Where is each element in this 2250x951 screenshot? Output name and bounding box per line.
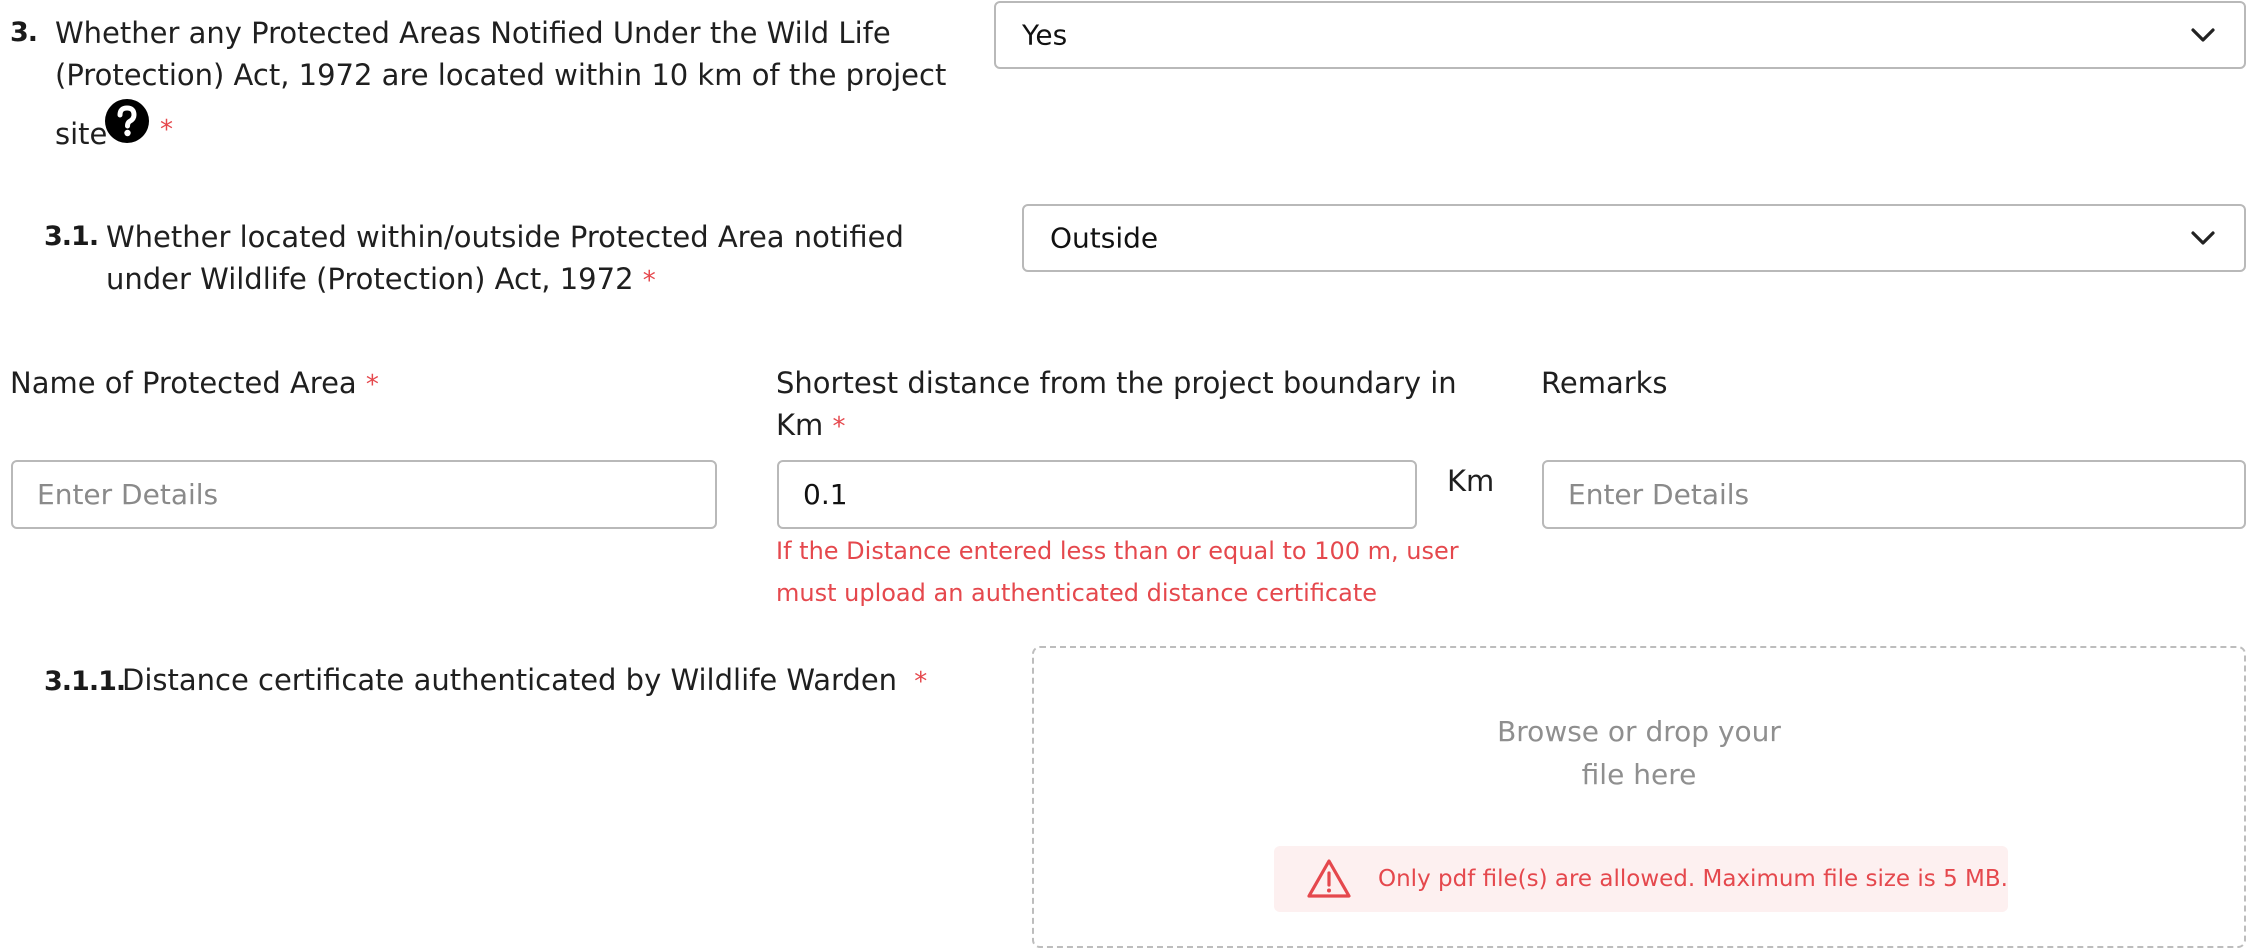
error-line: must upload an authenticated distance ce… — [776, 579, 1378, 607]
chevron-down-icon — [2191, 28, 2215, 42]
question-number: 3. — [10, 17, 38, 48]
question-number: 3.1.1. — [44, 666, 126, 697]
distance-error-message: If the Distance entered less than or equ… — [776, 530, 1496, 614]
file-type-notice: Only pdf file(s) are allowed. Maximum fi… — [1274, 846, 2008, 912]
protected-area-name-input[interactable] — [11, 460, 717, 529]
label-line-with-required: Km * — [776, 404, 1476, 448]
label-text: Km — [776, 408, 824, 442]
required-asterisk: * — [365, 370, 379, 400]
remarks-input[interactable] — [1542, 460, 2246, 529]
select-value: Yes — [1022, 18, 1068, 52]
dropzone-line: Browse or drop your — [1497, 715, 1781, 748]
question-line: Whether any Protected Areas Notified Und… — [55, 16, 891, 50]
label-text: Name of Protected Area — [10, 366, 357, 400]
warning-triangle-icon — [1307, 859, 1351, 898]
question-text: Whether any Protected Areas Notified Und… — [55, 12, 955, 96]
protected-areas-select[interactable]: Yes — [994, 1, 2246, 69]
question-line: Whether located within/outside Protected… — [106, 220, 904, 254]
question-line: (Protection) Act, 1972 are located withi… — [55, 58, 947, 92]
distance-input[interactable] — [777, 460, 1417, 529]
required-asterisk: * — [832, 412, 846, 442]
chevron-down-icon — [2191, 231, 2215, 245]
question-line: site — [55, 117, 108, 151]
distance-label: Shortest distance from the project bound… — [776, 362, 1476, 448]
question-line-with-required: under Wildlife (Protection) Act, 1972 * — [106, 258, 1006, 302]
select-value: Outside — [1050, 221, 1159, 255]
error-line: If the Distance entered less than or equ… — [776, 537, 1459, 565]
question-line: Distance certificate authenticated by Wi… — [122, 663, 898, 697]
question-number: 3.1. — [44, 221, 99, 252]
question-text: Whether located within/outside Protected… — [106, 216, 1006, 302]
notice-text: Only pdf file(s) are allowed. Maximum fi… — [1378, 866, 2008, 892]
label-text: Shortest distance from the project bound… — [776, 366, 1457, 400]
question-circle-icon[interactable] — [104, 98, 150, 144]
required-asterisk: * — [160, 115, 173, 145]
distance-unit: Km — [1447, 464, 1495, 498]
remarks-label: Remarks — [1541, 366, 1668, 400]
question-line: under Wildlife (Protection) Act, 1972 — [106, 262, 634, 296]
required-asterisk: * — [642, 266, 656, 296]
within-outside-select[interactable]: Outside — [1022, 204, 2246, 272]
protected-area-name-label: Name of Protected Area * — [10, 362, 379, 406]
required-asterisk: * — [914, 667, 928, 697]
file-dropzone[interactable]: Browse or drop your file here Only pdf f… — [1032, 646, 2246, 948]
dropzone-text: Browse or drop your file here — [1034, 710, 2244, 796]
dropzone-line: file here — [1581, 758, 1697, 791]
question-text: Distance certificate authenticated by Wi… — [122, 659, 927, 703]
